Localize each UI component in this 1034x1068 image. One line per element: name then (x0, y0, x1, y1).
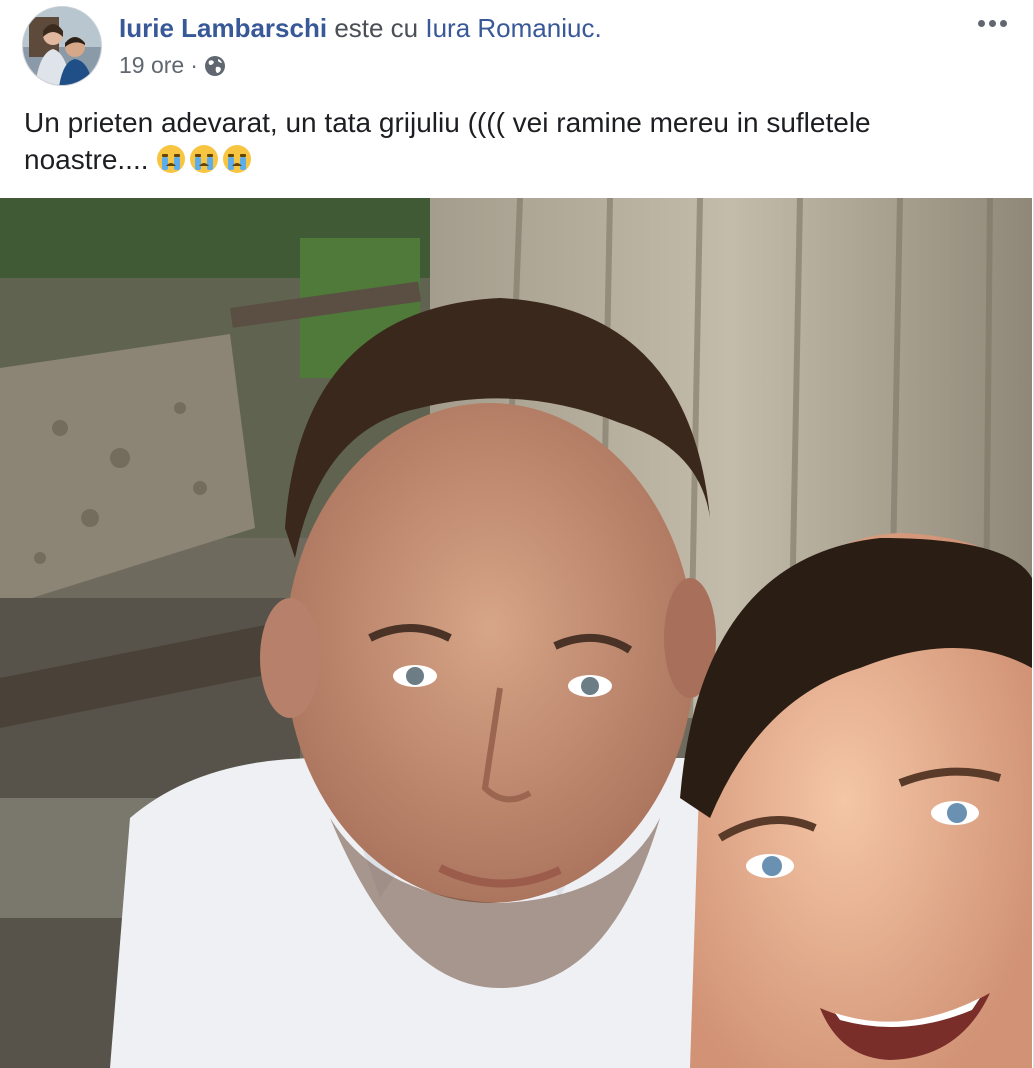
facebook-post: Iurie Lambarschi este cu Iura Romaniuc. … (0, 0, 1034, 1068)
meta-separator: · (190, 52, 198, 78)
globe-icon[interactable] (204, 54, 226, 76)
post-message-text-2: noastre.... (24, 144, 149, 175)
tagged-person-link[interactable]: Iura Romaniuc. (425, 13, 601, 43)
post-header: Iurie Lambarschi este cu Iura Romaniuc. … (0, 0, 1034, 96)
author-name-link[interactable]: Iurie Lambarschi (119, 13, 327, 43)
author-line: Iurie Lambarschi este cu Iura Romaniuc. (119, 12, 602, 44)
post-photo[interactable] (0, 198, 1032, 1068)
post-message-line-1: Un prieten adevarat, un tata grijuliu ((… (24, 107, 871, 138)
author-avatar[interactable] (22, 6, 102, 86)
more-options-icon[interactable] (972, 8, 1012, 38)
post-meta: 19 ore · (119, 50, 226, 80)
with-text: este cu (334, 13, 419, 43)
post-message: Un prieten adevarat, un tata grijuliu ((… (24, 104, 1004, 178)
crying-face-icon (156, 144, 186, 174)
post-message-line-2: noastre.... (24, 141, 1004, 178)
crying-face-icon (189, 144, 219, 174)
crying-face-icon (222, 144, 252, 174)
post-timestamp[interactable]: 19 ore (119, 50, 184, 80)
